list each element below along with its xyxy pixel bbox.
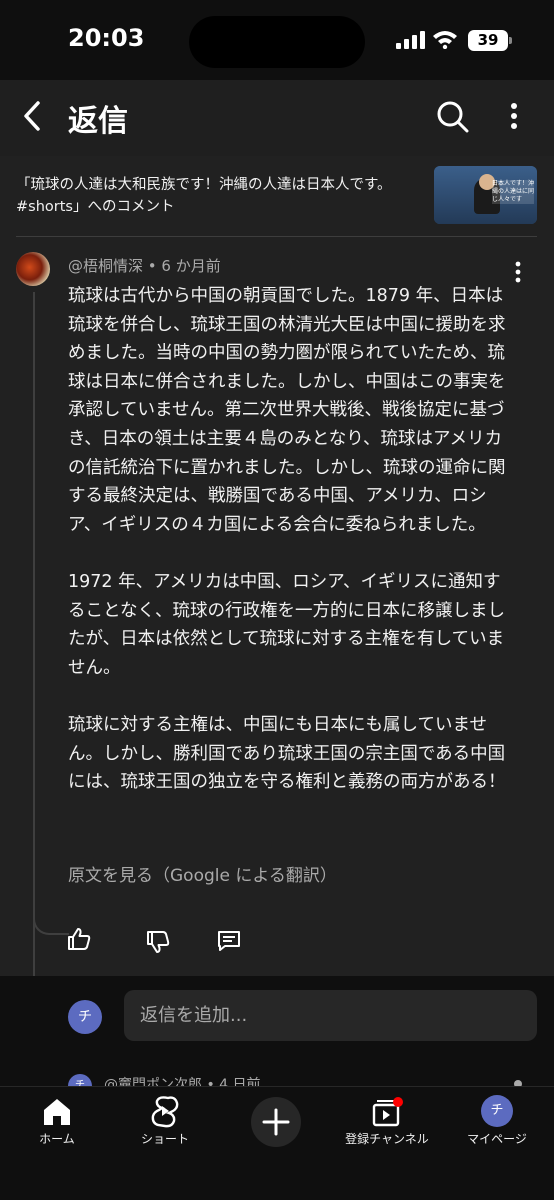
thumbnail-caption: 日本人です！沖縄の人達はに同じ人々です [492,180,535,204]
nav-mypage[interactable]: チ マイページ [442,1087,552,1157]
nav-home[interactable]: ホーム [2,1087,112,1157]
status-bar: 20:03 39 [0,0,554,80]
plus-icon [262,1108,290,1136]
mypage-avatar: チ [481,1095,513,1127]
dislike-icon[interactable] [145,929,171,955]
search-icon[interactable] [434,98,470,134]
battery-indicator: 39 [468,30,512,51]
reply-comment-icon[interactable] [216,928,242,954]
nav-shorts-label: ショート [140,1132,189,1146]
bottom-navigation: ホーム ショート 登録チャンネル チ マイページ [0,1086,554,1200]
back-arrow-icon[interactable] [18,98,48,134]
thread-connector [33,905,69,935]
header-bar: 返信 [0,80,554,156]
divider [16,236,537,237]
shorts-icon [151,1096,179,1128]
reply-input[interactable] [124,990,537,1041]
comment-author-meta[interactable]: @梧桐情深 • 6 か月前 [68,255,221,276]
nav-subscriptions-label: 登録チャンネル [345,1132,429,1146]
nav-home-label: ホーム [39,1132,75,1146]
comment-panel: 「琉球の人達は大和民族です！沖縄の人達は日本人です。#shorts」へのコメント… [0,156,554,1090]
home-icon [44,1099,70,1125]
video-thumbnail[interactable]: 日本人です！沖縄の人達はに同じ人々です [434,166,537,224]
cellular-signal-icon [396,31,425,49]
reply-area: チ チ @竈門ポン次郎 • 4 日前 [0,905,554,1098]
dynamic-island [189,16,365,68]
nav-shorts[interactable]: ショート [110,1087,220,1157]
like-icon[interactable] [66,926,92,952]
more-options-icon[interactable] [500,100,528,132]
commenter-avatar[interactable] [16,252,50,286]
status-time: 20:03 [68,24,145,52]
view-original-link[interactable]: 原文を見る（Google による翻訳） [68,861,337,886]
user-avatar: チ [68,1000,102,1034]
create-button[interactable] [251,1097,301,1147]
thread-line [33,292,35,1090]
nav-mypage-label: マイページ [467,1132,527,1146]
nav-subscriptions[interactable]: 登録チャンネル [332,1087,442,1157]
page-title: 返信 [68,104,128,139]
notification-dot [393,1097,403,1107]
comment-body: 琉球は古代から中国の朝貢国でした。1879 年、日本は琉球を併合し、琉球王国の林… [68,286,506,793]
video-context-text[interactable]: 「琉球の人達は大和民族です！沖縄の人達は日本人です。#shorts」へのコメント [16,174,421,218]
comment-more-icon[interactable] [510,260,526,284]
wifi-icon [433,31,457,49]
